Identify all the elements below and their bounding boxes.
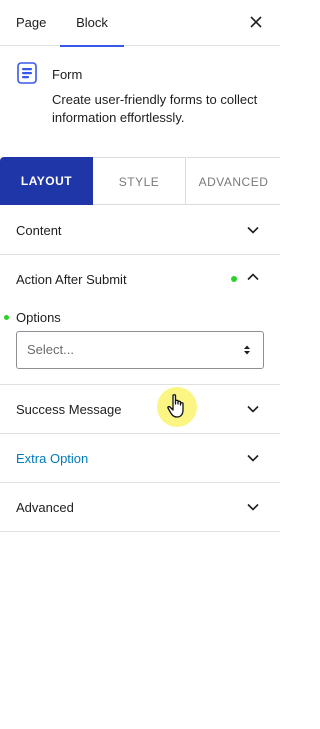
close-icon[interactable] <box>246 12 266 32</box>
select-value: Select... <box>27 342 74 357</box>
tab-style[interactable]: STYLE <box>93 157 186 205</box>
tab-block[interactable]: Block <box>60 0 124 47</box>
chevron-down-icon <box>247 454 259 462</box>
sidebar-header: Page Block <box>0 0 280 47</box>
panel-extra-option[interactable]: Extra Option <box>0 434 280 483</box>
block-title: Form <box>52 67 83 82</box>
chevron-down-icon <box>247 405 259 413</box>
tab-layout[interactable]: LAYOUT <box>0 157 93 205</box>
panel-success-label: Success Message <box>16 402 122 417</box>
panel-advanced[interactable]: Advanced <box>0 483 280 532</box>
panel-success-message[interactable]: Success Message <box>0 385 280 434</box>
chevron-up-icon[interactable] <box>246 270 260 284</box>
block-card: Form Create user-friendly forms to colle… <box>0 47 280 157</box>
panel-action-after-submit: Action After Submit Options Select... <box>0 255 280 385</box>
form-icon <box>17 62 37 84</box>
panel-content[interactable]: Content <box>0 206 280 255</box>
options-select[interactable]: Select... <box>16 331 264 369</box>
modified-indicator <box>231 276 237 282</box>
select-arrows-icon <box>244 345 250 355</box>
block-description: Create user-friendly forms to collect in… <box>52 92 258 125</box>
options-modified-indicator <box>4 315 9 320</box>
hand-cursor-icon <box>167 394 184 418</box>
panel-action-label[interactable]: Action After Submit <box>16 272 127 287</box>
chevron-down-icon <box>247 503 259 511</box>
panel-content-label: Content <box>16 223 62 238</box>
panel-advanced-label: Advanced <box>16 500 74 515</box>
tab-advanced[interactable]: ADVANCED <box>187 157 280 205</box>
chevron-down-icon <box>247 226 259 234</box>
options-label: Options <box>16 310 61 325</box>
settings-tabs: LAYOUT STYLE ADVANCED <box>0 157 280 205</box>
tab-page[interactable]: Page <box>16 0 46 46</box>
panel-extra-label: Extra Option <box>16 451 89 466</box>
